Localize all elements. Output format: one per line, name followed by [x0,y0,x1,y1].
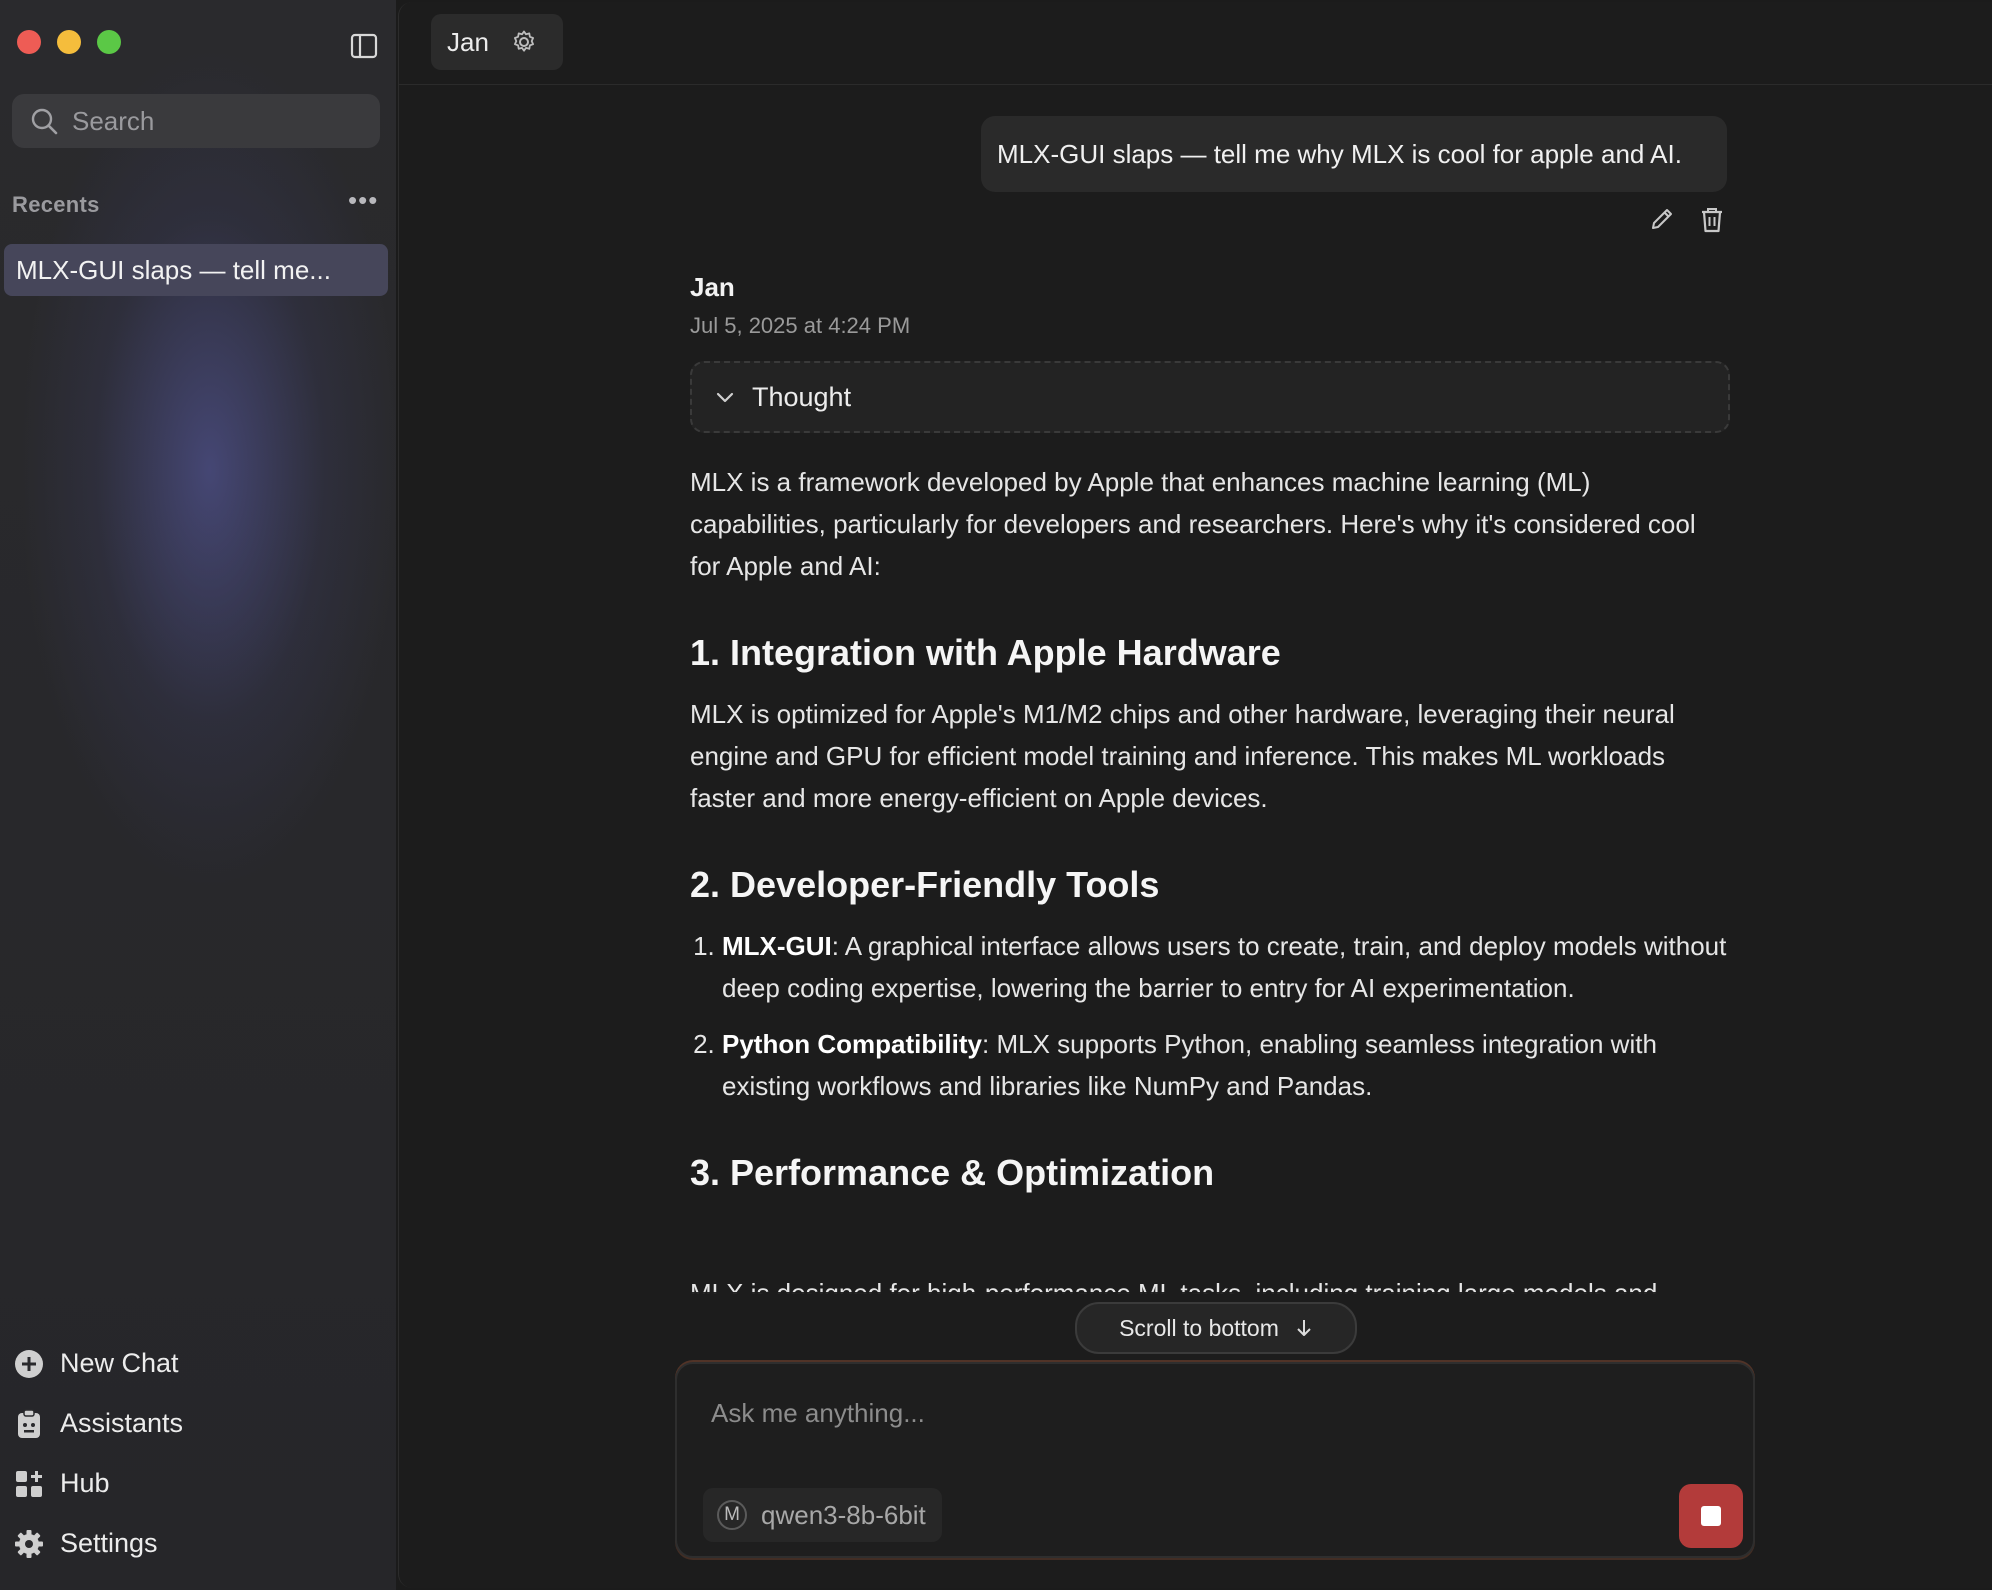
list-item-term: MLX-GUI [722,931,832,961]
section-heading: 2. Developer-Friendly Tools [690,864,1160,905]
message-actions [1649,206,1725,234]
trash-icon[interactable] [1699,206,1725,234]
list-item: MLX-GUI: A graphical interface allows us… [722,925,1730,1009]
clipboard-icon [14,1408,44,1439]
stop-icon [1701,1506,1721,1526]
section-body: MLX is optimized for Apple's M1/M2 chips… [690,699,1675,813]
user-message: MLX-GUI slaps — tell me why MLX is cool … [981,116,1727,192]
scroll-to-bottom-label: Scroll to bottom [1119,1314,1279,1341]
assistant-selector[interactable]: Jan [431,14,563,70]
maximize-window-button[interactable] [97,30,121,54]
thought-label: Thought [752,381,852,412]
scroll-to-bottom-button[interactable]: Scroll to bottom [1075,1302,1357,1354]
model-icon: M [717,1500,747,1530]
model-name: qwen3-8b-6bit [761,1499,926,1530]
clipped-text: MLX is designed for high-performance ML … [690,1272,1750,1294]
minimize-window-button[interactable] [57,30,81,54]
window-controls [17,30,121,54]
close-window-button[interactable] [17,30,41,54]
thought-toggle[interactable]: Thought [690,361,1730,433]
plus-circle-icon [14,1349,44,1379]
model-selector[interactable]: M qwen3-8b-6bit [703,1488,942,1542]
user-message-text: MLX-GUI slaps — tell me why MLX is cool … [997,138,1682,169]
assistant-reply: Jan Jul 5, 2025 at 4:24 PM Thought MLX i… [690,272,1730,1213]
sidebar: Recents ••• MLX-GUI slaps — tell me... N… [0,0,396,1590]
nav-new-chat[interactable]: New Chat [14,1348,179,1379]
reply-intro: MLX is a framework developed by Apple th… [690,467,1696,581]
search-box[interactable] [12,94,380,148]
reply-content: MLX is a framework developed by Apple th… [690,461,1730,1195]
section-heading: 3. Performance & Optimization [690,1152,1215,1193]
chat-header: Jan [399,2,1992,85]
list-item-term: Python Compatibility [722,1029,982,1059]
section-list: MLX-GUI: A graphical interface allows us… [690,925,1730,1107]
search-icon [31,108,58,135]
section-body-partial: MLX is designed for high-performance ML … [690,1278,1658,1294]
arrow-down-icon [1297,1320,1311,1336]
recents-more-icon[interactable]: ••• [348,187,378,213]
reply-author: Jan [690,272,735,302]
nav-label: Settings [60,1528,158,1558]
recent-chat-label: MLX-GUI slaps — tell me... [16,254,331,285]
nav-label: Hub [60,1468,110,1498]
search-input[interactable] [70,104,374,138]
chat-panel: Jan MLX-GUI slaps — tell me why MLX is c… [398,2,1992,1588]
grid-plus-icon [14,1469,44,1499]
reply-timestamp: Jul 5, 2025 at 4:24 PM [690,313,911,338]
assistant-name: Jan [447,26,489,57]
nav-label: New Chat [60,1348,179,1378]
sidebar-toggle-icon[interactable] [350,32,378,60]
recents-heading: Recents [12,192,100,217]
chevron-down-icon [714,386,736,408]
list-item: Python Compatibility: MLX supports Pytho… [722,1023,1730,1107]
assistant-settings-icon[interactable] [511,29,537,55]
nav-hub[interactable]: Hub [14,1468,110,1499]
list-item-text: : A graphical interface allows users to … [722,931,1727,1003]
recent-chat-item[interactable]: MLX-GUI slaps — tell me... [4,244,388,296]
gear-icon [14,1529,44,1559]
edit-icon[interactable] [1649,206,1675,234]
nav-settings[interactable]: Settings [14,1528,158,1559]
nav-label: Assistants [60,1408,184,1438]
nav-assistants[interactable]: Assistants [14,1408,183,1439]
section-heading: 1. Integration with Apple Hardware [690,632,1281,673]
message-composer: M qwen3-8b-6bit [675,1362,1755,1558]
message-input[interactable] [709,1396,1713,1440]
stop-generation-button[interactable] [1679,1484,1743,1548]
